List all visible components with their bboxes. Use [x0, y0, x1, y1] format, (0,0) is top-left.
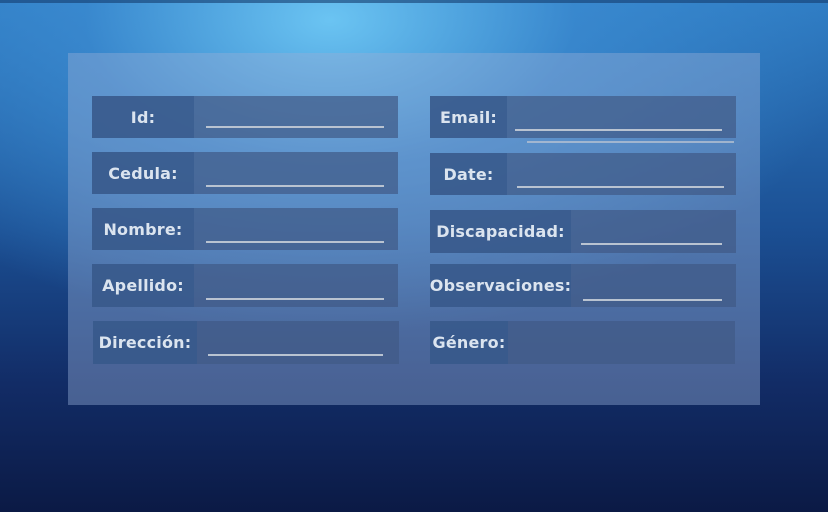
observaciones-field: Observaciones: — [430, 264, 736, 307]
direccion-field: Dirección: — [93, 321, 399, 364]
genero-label: Género: — [430, 321, 508, 364]
date-field: Date: — [430, 153, 736, 195]
genero-select[interactable] — [508, 321, 735, 364]
email-field: Email: — [430, 96, 736, 138]
apellido-input[interactable] — [194, 264, 398, 307]
id-input[interactable] — [194, 96, 398, 138]
cedula-field: Cedula: — [92, 152, 398, 194]
direccion-input-underline — [208, 354, 383, 356]
direccion-label: Dirección: — [93, 321, 197, 364]
genero-field: Género: — [430, 321, 735, 364]
discapacidad-label: Discapacidad: — [430, 210, 571, 253]
date-input-underline — [517, 186, 724, 188]
nombre-input-underline — [206, 241, 384, 243]
direccion-input[interactable] — [197, 321, 399, 364]
email-input[interactable] — [507, 96, 736, 138]
nombre-field: Nombre: — [92, 208, 398, 250]
observaciones-input-underline — [583, 299, 722, 301]
apellido-input-underline — [206, 298, 384, 300]
date-input[interactable] — [507, 153, 736, 195]
apellido-label: Apellido: — [92, 264, 194, 307]
email-extra-underline — [527, 141, 734, 143]
form-panel: Id: Cedula: Nombre: Apellido: Dirección:… — [68, 53, 760, 405]
cedula-input[interactable] — [194, 152, 398, 194]
nombre-input[interactable] — [194, 208, 398, 250]
nombre-label: Nombre: — [92, 208, 194, 250]
discapacidad-field: Discapacidad: — [430, 210, 736, 253]
observaciones-label: Observaciones: — [430, 264, 571, 307]
id-field: Id: — [92, 96, 398, 138]
window-top-edge — [0, 0, 828, 3]
date-label: Date: — [430, 153, 507, 195]
email-label: Email: — [430, 96, 507, 138]
cedula-input-underline — [206, 185, 384, 187]
id-label: Id: — [92, 96, 194, 138]
discapacidad-input[interactable] — [571, 210, 736, 253]
cedula-label: Cedula: — [92, 152, 194, 194]
apellido-field: Apellido: — [92, 264, 398, 307]
discapacidad-input-underline — [581, 243, 722, 245]
email-input-underline — [515, 129, 722, 131]
id-input-underline — [206, 126, 384, 128]
observaciones-input[interactable] — [571, 264, 736, 307]
